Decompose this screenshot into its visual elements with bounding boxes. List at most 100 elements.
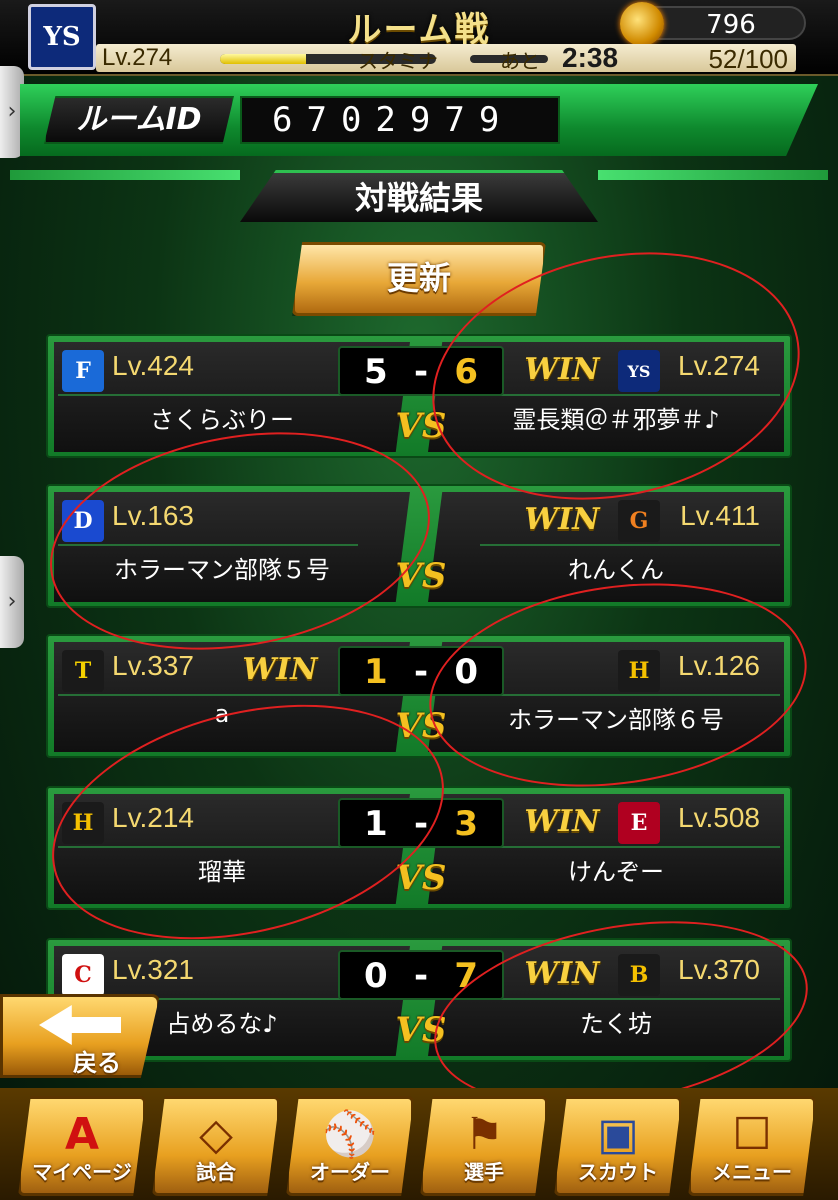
nav-mypage[interactable]: A マイページ bbox=[18, 1096, 146, 1196]
buffaloes-logo-icon: B bbox=[618, 954, 660, 996]
divider bbox=[58, 846, 358, 848]
side-tab-lower[interactable]: › bbox=[0, 556, 24, 648]
nav-label: 選手 bbox=[464, 1160, 504, 1184]
stamina-label: スタミナ bbox=[358, 49, 438, 73]
vs-mark: VS bbox=[395, 406, 447, 446]
left-player-level: Lv.337 bbox=[112, 650, 194, 681]
match-row[interactable]: D Lv.163 WIN G Lv.411 ホラーマン部隊５号 VS れんくん bbox=[46, 484, 792, 608]
divider bbox=[58, 394, 358, 396]
coin-counter[interactable]: 796 bbox=[620, 2, 806, 46]
top-status-bar: YS ルーム戦 796 Lv.274 スタミナ あと 2:38 52/100 bbox=[0, 0, 838, 76]
right-player-name: 霊長類＠＃邪夢＃♪ bbox=[512, 406, 720, 434]
score-left: 1 bbox=[364, 804, 388, 844]
vs-mark: VS bbox=[395, 706, 447, 746]
score-box: 1 - 3 bbox=[338, 798, 504, 848]
back-label: 戻る bbox=[73, 1049, 121, 1077]
nav-game[interactable]: ◇ 試合 bbox=[152, 1096, 280, 1196]
match-row[interactable]: H Lv.214 1 - 3 WIN E Lv.508 瑠華 VS けんぞー bbox=[46, 786, 792, 910]
carp-logo-icon: C bbox=[62, 954, 104, 996]
right-player-name: けんぞー bbox=[568, 858, 664, 886]
swallows-logo-icon: YS bbox=[618, 350, 660, 392]
fighters-logo-icon: F bbox=[62, 350, 104, 392]
right-player-level: Lv.411 bbox=[680, 500, 760, 531]
menu-character-icon: ☐ bbox=[732, 1109, 772, 1160]
right-player-level: Lv.274 bbox=[678, 350, 760, 381]
nav-label: メニュー bbox=[712, 1160, 792, 1184]
win-badge: WIN bbox=[524, 956, 600, 991]
mypage-icon: A bbox=[64, 1109, 100, 1160]
score-box: 5 - 6 bbox=[338, 346, 504, 396]
left-player-level: Lv.321 bbox=[112, 954, 194, 985]
nav-label: スカウト bbox=[578, 1160, 658, 1184]
field-icon: ⚾ bbox=[322, 1109, 378, 1160]
right-player-name: たく坊 bbox=[580, 1010, 652, 1038]
right-player-level: Lv.508 bbox=[678, 802, 760, 833]
vs-mark: VS bbox=[395, 556, 447, 596]
nav-order[interactable]: ⚾ オーダー bbox=[286, 1096, 414, 1196]
score-left: 0 bbox=[364, 956, 388, 996]
player-icon: ⚑ bbox=[464, 1109, 504, 1160]
score-right: 6 bbox=[454, 352, 478, 392]
stamina-timer: 2:38 bbox=[562, 42, 619, 73]
eagles-logo-icon: E bbox=[618, 802, 660, 844]
divider bbox=[480, 694, 780, 696]
score-dash: - bbox=[414, 352, 429, 392]
dragons-logo-icon: D bbox=[62, 500, 104, 542]
header-wing-right bbox=[598, 170, 828, 180]
hawks-logo-icon: H bbox=[62, 802, 104, 844]
match-row[interactable]: T Lv.337 WIN 1 - 0 H Lv.126 a VS ホラーマン部隊… bbox=[46, 634, 792, 758]
section-title: 対戦結果 bbox=[240, 170, 598, 222]
left-player-level: Lv.424 bbox=[112, 350, 194, 381]
divider bbox=[58, 694, 358, 696]
score-left: 1 bbox=[364, 652, 388, 692]
score-dash: - bbox=[414, 956, 429, 996]
back-button[interactable]: 戻る bbox=[0, 994, 160, 1078]
giants-logo-icon: G bbox=[618, 500, 660, 542]
right-player-level: Lv.370 bbox=[678, 954, 760, 985]
vs-mark: VS bbox=[395, 858, 447, 898]
score-dash: - bbox=[414, 652, 429, 692]
remaining-label: あと bbox=[500, 49, 540, 73]
win-badge: WIN bbox=[524, 502, 600, 537]
win-badge: WIN bbox=[242, 652, 318, 687]
player-level: Lv.274 bbox=[102, 44, 173, 71]
divider bbox=[480, 998, 780, 1000]
stamina-count: 52/100 bbox=[708, 44, 788, 74]
bottom-nav: A マイページ ◇ 試合 ⚾ オーダー ⚑ 選手 ▣ スカウト ☐ メニュー bbox=[0, 1088, 838, 1200]
nav-label: オーダー bbox=[310, 1160, 390, 1184]
win-badge: WIN bbox=[524, 352, 600, 387]
left-player-panel bbox=[54, 492, 410, 602]
right-player-name: れんくん bbox=[568, 556, 664, 584]
score-left: 5 bbox=[364, 352, 388, 392]
divider bbox=[480, 394, 780, 396]
coin-icon bbox=[620, 2, 664, 46]
score-right: 3 bbox=[454, 804, 478, 844]
score-dash: - bbox=[414, 804, 429, 844]
win-badge: WIN bbox=[524, 804, 600, 839]
nav-menu[interactable]: ☐ メニュー bbox=[688, 1096, 816, 1196]
nav-label: 試合 bbox=[196, 1160, 236, 1184]
right-player-level: Lv.126 bbox=[678, 650, 760, 681]
match-row[interactable]: F Lv.424 5 - 6 WIN YS Lv.274 さくらぶりー VS 霊… bbox=[46, 334, 792, 458]
nav-players[interactable]: ⚑ 選手 bbox=[420, 1096, 548, 1196]
left-player-name: ホラーマン部隊５号 bbox=[114, 556, 330, 584]
divider bbox=[58, 544, 358, 546]
left-player-name: a bbox=[214, 700, 230, 728]
score-box: 1 - 0 bbox=[338, 646, 504, 696]
refresh-button[interactable]: 更新 bbox=[292, 242, 546, 316]
tigers-logo-icon: T bbox=[62, 650, 104, 692]
left-player-name: さくらぶりー bbox=[150, 406, 294, 434]
level-stamina-row: Lv.274 スタミナ あと 2:38 52/100 bbox=[96, 42, 796, 74]
header-wing-left bbox=[10, 170, 240, 180]
nav-label: マイページ bbox=[32, 1160, 132, 1184]
score-box: 0 - 7 bbox=[338, 950, 504, 1000]
room-id-value: 6702979 bbox=[240, 96, 560, 144]
nav-scout[interactable]: ▣ スカウト bbox=[554, 1096, 682, 1196]
room-id-label: ルームID bbox=[44, 96, 234, 144]
right-player-name: ホラーマン部隊６号 bbox=[508, 706, 724, 734]
left-player-level: Lv.163 bbox=[112, 500, 194, 531]
vs-mark: VS bbox=[395, 1010, 447, 1050]
coin-value: 796 bbox=[706, 10, 756, 40]
left-player-level: Lv.214 bbox=[112, 802, 194, 833]
score-right: 0 bbox=[454, 652, 478, 692]
